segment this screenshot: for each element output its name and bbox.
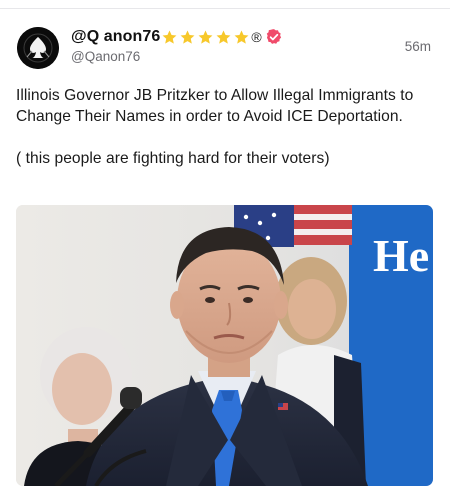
press-conference-photo: He	[16, 205, 433, 486]
name-row: @Q anon76 ®	[71, 25, 283, 49]
post-text-paragraph-2: ( this people are fighting hard for thei…	[16, 150, 330, 167]
post-text-paragraph-1: Illinois Governor JB Pritzker to Allow I…	[16, 87, 418, 125]
verified-badge-icon	[266, 29, 281, 44]
post-card[interactable]: @Q anon76 ® @Qanon76 56m Illinois Govern…	[0, 0, 450, 500]
star-icon	[180, 30, 195, 44]
star-icon	[234, 30, 249, 44]
registered-mark: ®	[251, 29, 262, 45]
star-icon	[198, 30, 213, 44]
post-image[interactable]: He	[16, 205, 433, 486]
post-text: Illinois Governor JB Pritzker to Allow I…	[16, 85, 436, 169]
star-icon	[162, 30, 177, 44]
display-name[interactable]: @Q anon76	[71, 25, 160, 49]
stars-rating	[161, 29, 250, 46]
spade-emblem-icon	[17, 27, 59, 69]
banner-text: He	[373, 230, 429, 281]
star-icon	[216, 30, 231, 44]
avatar[interactable]	[17, 27, 59, 69]
user-handle[interactable]: @Qanon76	[71, 48, 140, 66]
post-timestamp[interactable]: 56m	[405, 38, 431, 56]
